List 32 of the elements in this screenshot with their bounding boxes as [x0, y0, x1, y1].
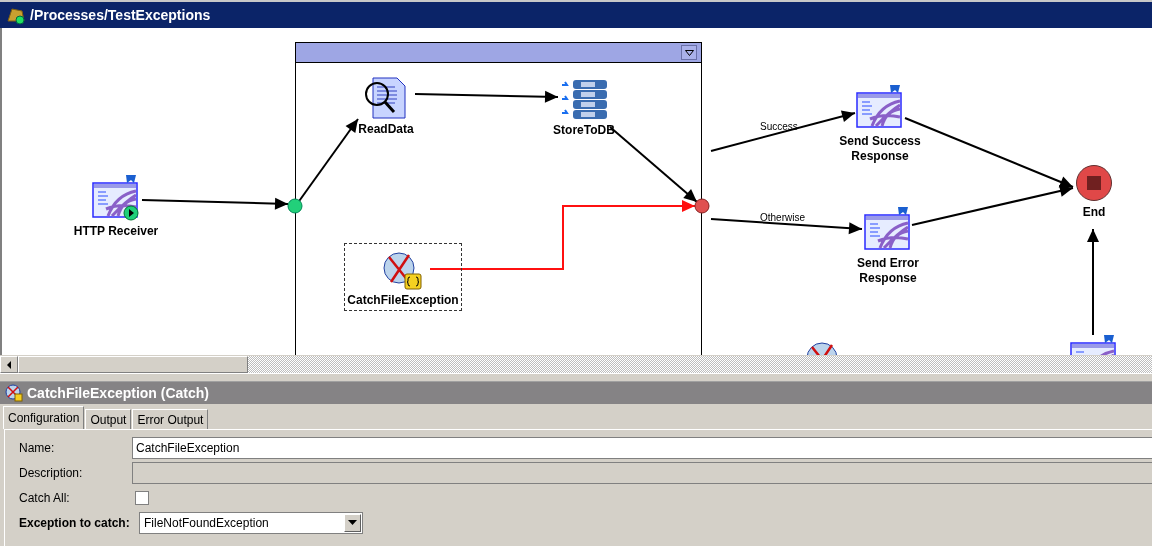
panel-title: CatchFileException (Catch) [27, 385, 210, 401]
process-icon [5, 5, 27, 25]
scroll-thumb[interactable] [18, 356, 248, 373]
field-label: Name: [19, 440, 56, 455]
left-arrow-icon [6, 360, 12, 369]
node-label: Send Success Response [838, 134, 922, 164]
checkbox[interactable] [135, 490, 149, 505]
node-label: HTTP Receiver [73, 224, 159, 239]
caret-icon [348, 520, 357, 525]
tab[interactable]: Configuration [3, 406, 85, 429]
entry-port [287, 198, 303, 214]
node-label: StoreToDB [553, 123, 615, 138]
node-label: ReadData [358, 122, 414, 137]
transition-label: Otherwise [760, 212, 805, 223]
tab[interactable]: Output [85, 409, 132, 429]
window-title: /Processes/TestExceptions [30, 7, 211, 23]
exit-port [694, 198, 710, 214]
caret-icon [684, 49, 694, 56]
catch-icon [383, 252, 423, 290]
field-label: Description: [19, 465, 84, 480]
transition-label: Success [760, 121, 798, 132]
field-label: Catch All: [19, 490, 71, 505]
node-label: Send Error Response [856, 256, 920, 286]
node-label: End [1082, 205, 1106, 220]
tab[interactable]: Error Output [132, 409, 209, 429]
input-field[interactable]: CatchFileException [132, 436, 1152, 459]
node-label: CatchFileException [347, 293, 459, 308]
collapse-button[interactable] [681, 45, 697, 60]
dropdown[interactable]: FileNotFoundException [139, 511, 363, 534]
field-label: Exception to catch: [19, 515, 131, 530]
scroll-left-button[interactable] [0, 356, 18, 373]
catch-icon [5, 384, 23, 402]
